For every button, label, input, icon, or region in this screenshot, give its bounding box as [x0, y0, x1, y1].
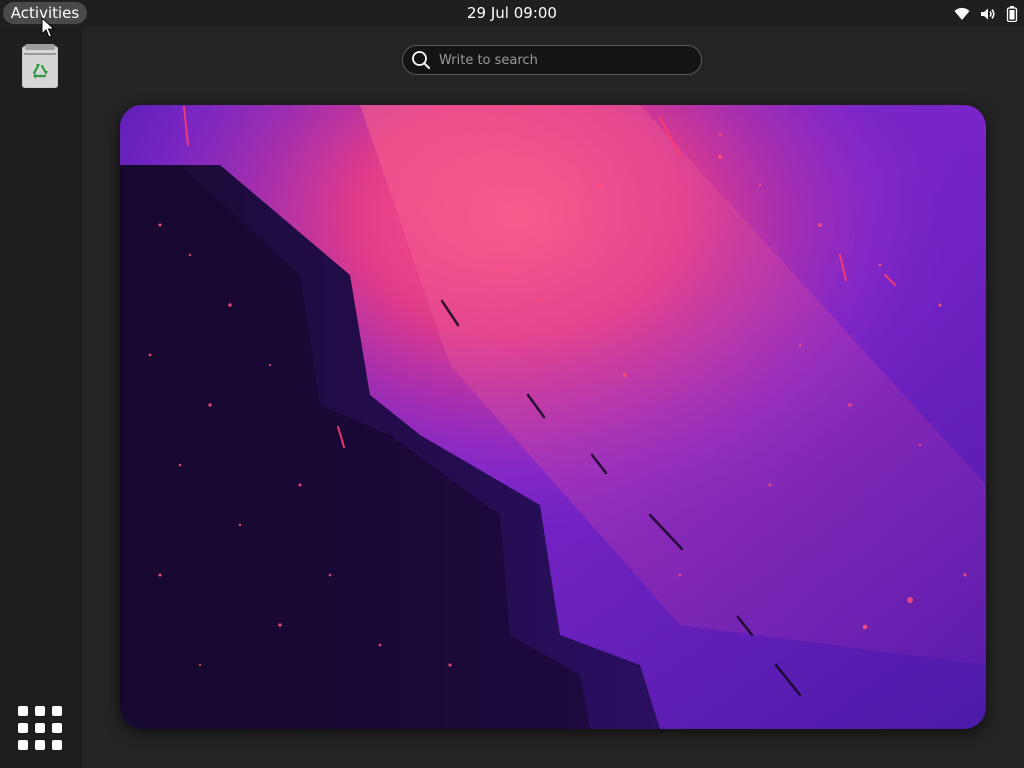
clock[interactable]: 29 Jul 09:00 — [0, 0, 1024, 27]
dash — [0, 27, 82, 768]
system-status-area[interactable] — [954, 0, 1018, 27]
top-bar: Activities 29 Jul 09:00 — [0, 0, 1024, 27]
battery-icon — [1006, 5, 1018, 22]
volume-icon — [980, 7, 996, 21]
wifi-icon — [954, 7, 970, 21]
mouse-cursor — [41, 17, 55, 38]
search-input[interactable] — [439, 47, 701, 73]
search-bar[interactable] — [402, 45, 702, 75]
wallpaper-image — [120, 105, 986, 729]
trash-icon[interactable] — [21, 44, 59, 89]
app-grid-icon[interactable] — [18, 706, 62, 750]
workspace-thumbnail[interactable] — [120, 105, 986, 729]
search-icon — [403, 46, 439, 74]
